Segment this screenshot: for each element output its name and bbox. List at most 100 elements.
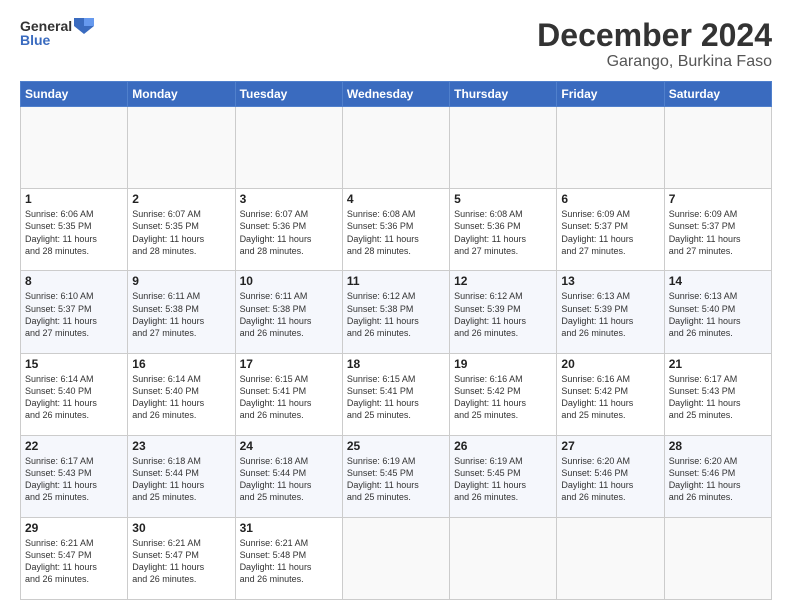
col-friday: Friday (557, 82, 664, 107)
day-info: Sunrise: 6:15 AM Sunset: 5:41 PM Dayligh… (347, 373, 445, 422)
col-thursday: Thursday (450, 82, 557, 107)
day-number: 2 (132, 192, 230, 206)
day-number: 11 (347, 274, 445, 288)
calendar-cell: 30 Sunrise: 6:21 AM Sunset: 5:47 PM Dayli… (128, 517, 235, 599)
day-number: 30 (132, 521, 230, 535)
logo: General Blue (20, 18, 94, 48)
col-tuesday: Tuesday (235, 82, 342, 107)
calendar-cell (235, 107, 342, 189)
day-number: 3 (240, 192, 338, 206)
day-info: Sunrise: 6:09 AM Sunset: 5:37 PM Dayligh… (561, 208, 659, 257)
calendar-week-row: 15Sunrise: 6:14 AM Sunset: 5:40 PM Dayli… (21, 353, 772, 435)
day-number: 12 (454, 274, 552, 288)
day-number: 31 (240, 521, 338, 535)
day-number: 13 (561, 274, 659, 288)
calendar-cell (342, 107, 449, 189)
day-number: 23 (132, 439, 230, 453)
calendar-cell: 29Sunrise: 6:21 AM Sunset: 5:47 PM Dayli… (21, 517, 128, 599)
day-info: Sunrise: 6:06 AM Sunset: 5:35 PM Dayligh… (25, 208, 123, 257)
calendar-cell: 1Sunrise: 6:06 AM Sunset: 5:35 PM Daylig… (21, 189, 128, 271)
calendar-cell: 9 Sunrise: 6:11 AM Sunset: 5:38 PM Daylig… (128, 271, 235, 353)
calendar-cell: 6Sunrise: 6:09 AM Sunset: 5:37 PM Daylig… (557, 189, 664, 271)
calendar-week-row (21, 107, 772, 189)
day-number: 5 (454, 192, 552, 206)
calendar-cell (664, 517, 771, 599)
day-number: 8 (25, 274, 123, 288)
day-info: Sunrise: 6:20 AM Sunset: 5:46 PM Dayligh… (669, 455, 767, 504)
day-number: 10 (240, 274, 338, 288)
calendar-cell: 8 Sunrise: 6:10 AM Sunset: 5:37 PM Daylig… (21, 271, 128, 353)
day-info: Sunrise: 6:14 AM Sunset: 5:40 PM Dayligh… (132, 373, 230, 422)
day-info: Sunrise: 6:19 AM Sunset: 5:45 PM Dayligh… (347, 455, 445, 504)
day-number: 26 (454, 439, 552, 453)
calendar-cell (557, 107, 664, 189)
day-number: 17 (240, 357, 338, 371)
calendar-cell: 24Sunrise: 6:18 AM Sunset: 5:44 PM Dayli… (235, 435, 342, 517)
day-info: Sunrise: 6:14 AM Sunset: 5:40 PM Dayligh… (25, 373, 123, 422)
calendar-cell: 17 Sunrise: 6:15 AM Sunset: 5:41 PM Dayli… (235, 353, 342, 435)
day-number: 4 (347, 192, 445, 206)
day-info: Sunrise: 6:15 AM Sunset: 5:41 PM Dayligh… (240, 373, 338, 422)
day-info: Sunrise: 6:07 AM Sunset: 5:35 PM Dayligh… (132, 208, 230, 257)
day-number: 25 (347, 439, 445, 453)
calendar-cell (128, 107, 235, 189)
day-info: Sunrise: 6:21 AM Sunset: 5:47 PM Dayligh… (25, 537, 123, 586)
calendar-cell: 10 Sunrise: 6:11 AM Sunset: 5:38 PM Dayli… (235, 271, 342, 353)
calendar-title: December 2024 (537, 18, 772, 53)
header: General Blue December 2024 Garango, Burk… (20, 18, 772, 71)
calendar-week-row: 1Sunrise: 6:06 AM Sunset: 5:35 PM Daylig… (21, 189, 772, 271)
day-info: Sunrise: 6:21 AM Sunset: 5:48 PM Dayligh… (240, 537, 338, 586)
day-number: 16 (132, 357, 230, 371)
calendar-cell: 15Sunrise: 6:14 AM Sunset: 5:40 PM Dayli… (21, 353, 128, 435)
day-info: Sunrise: 6:10 AM Sunset: 5:37 PM Dayligh… (25, 290, 123, 339)
day-info: Sunrise: 6:13 AM Sunset: 5:39 PM Dayligh… (561, 290, 659, 339)
calendar-cell: 26 Sunrise: 6:19 AM Sunset: 5:45 PM Dayli… (450, 435, 557, 517)
day-info: Sunrise: 6:08 AM Sunset: 5:36 PM Dayligh… (454, 208, 552, 257)
logo-chevron-icon (74, 18, 94, 34)
day-info: Sunrise: 6:18 AM Sunset: 5:44 PM Dayligh… (132, 455, 230, 504)
day-info: Sunrise: 6:16 AM Sunset: 5:42 PM Dayligh… (454, 373, 552, 422)
col-monday: Monday (128, 82, 235, 107)
col-sunday: Sunday (21, 82, 128, 107)
col-wednesday: Wednesday (342, 82, 449, 107)
day-info: Sunrise: 6:07 AM Sunset: 5:36 PM Dayligh… (240, 208, 338, 257)
day-info: Sunrise: 6:11 AM Sunset: 5:38 PM Dayligh… (132, 290, 230, 339)
calendar-cell: 22Sunrise: 6:17 AM Sunset: 5:43 PM Dayli… (21, 435, 128, 517)
day-number: 14 (669, 274, 767, 288)
calendar-cell: 21Sunrise: 6:17 AM Sunset: 5:43 PM Dayli… (664, 353, 771, 435)
calendar-cell (21, 107, 128, 189)
calendar-cell: 27Sunrise: 6:20 AM Sunset: 5:46 PM Dayli… (557, 435, 664, 517)
day-info: Sunrise: 6:16 AM Sunset: 5:42 PM Dayligh… (561, 373, 659, 422)
calendar-cell: 4 Sunrise: 6:08 AM Sunset: 5:36 PM Daylig… (342, 189, 449, 271)
calendar-week-row: 22Sunrise: 6:17 AM Sunset: 5:43 PM Dayli… (21, 435, 772, 517)
calendar-cell (450, 517, 557, 599)
day-number: 20 (561, 357, 659, 371)
calendar-week-row: 8 Sunrise: 6:10 AM Sunset: 5:37 PM Daylig… (21, 271, 772, 353)
day-number: 9 (132, 274, 230, 288)
title-block: December 2024 Garango, Burkina Faso (537, 18, 772, 71)
calendar-table: Sunday Monday Tuesday Wednesday Thursday… (20, 81, 772, 600)
calendar-cell: 12 Sunrise: 6:12 AM Sunset: 5:39 PM Dayli… (450, 271, 557, 353)
day-number: 19 (454, 357, 552, 371)
calendar-cell: 20 Sunrise: 6:16 AM Sunset: 5:42 PM Dayli… (557, 353, 664, 435)
calendar-header-row: Sunday Monday Tuesday Wednesday Thursday… (21, 82, 772, 107)
day-info: Sunrise: 6:11 AM Sunset: 5:38 PM Dayligh… (240, 290, 338, 339)
day-number: 22 (25, 439, 123, 453)
logo-blue: Blue (20, 32, 50, 48)
calendar-cell: 14 Sunrise: 6:13 AM Sunset: 5:40 PM Dayli… (664, 271, 771, 353)
calendar-cell: 28Sunrise: 6:20 AM Sunset: 5:46 PM Dayli… (664, 435, 771, 517)
calendar-subtitle: Garango, Burkina Faso (537, 53, 772, 71)
col-saturday: Saturday (664, 82, 771, 107)
calendar-week-row: 29Sunrise: 6:21 AM Sunset: 5:47 PM Dayli… (21, 517, 772, 599)
day-info: Sunrise: 6:18 AM Sunset: 5:44 PM Dayligh… (240, 455, 338, 504)
day-info: Sunrise: 6:19 AM Sunset: 5:45 PM Dayligh… (454, 455, 552, 504)
day-info: Sunrise: 6:13 AM Sunset: 5:40 PM Dayligh… (669, 290, 767, 339)
day-info: Sunrise: 6:08 AM Sunset: 5:36 PM Dayligh… (347, 208, 445, 257)
calendar-cell (664, 107, 771, 189)
calendar-cell (557, 517, 664, 599)
calendar-cell: 31 Sunrise: 6:21 AM Sunset: 5:48 PM Dayli… (235, 517, 342, 599)
calendar-cell: 3 Sunrise: 6:07 AM Sunset: 5:36 PM Daylig… (235, 189, 342, 271)
day-info: Sunrise: 6:21 AM Sunset: 5:47 PM Dayligh… (132, 537, 230, 586)
day-info: Sunrise: 6:12 AM Sunset: 5:39 PM Dayligh… (454, 290, 552, 339)
calendar-cell: 16 Sunrise: 6:14 AM Sunset: 5:40 PM Dayli… (128, 353, 235, 435)
